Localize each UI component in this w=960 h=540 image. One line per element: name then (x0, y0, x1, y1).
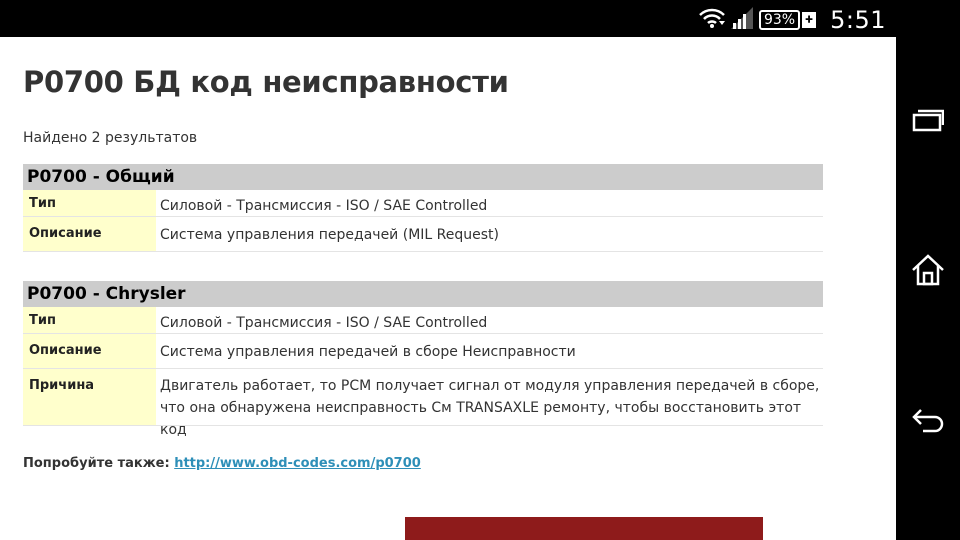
status-bar: 93% + 5:51 (0, 0, 896, 37)
code-table-general: P0700 - Общий Тип Силовой - Трансмиссия … (23, 164, 823, 252)
navigation-bar (896, 0, 960, 540)
signal-icon (730, 7, 753, 33)
table-row-type: Тип Силовой - Трансмиссия - ISO / SAE Co… (23, 307, 823, 334)
battery-percent: 93% (758, 10, 801, 30)
recent-apps-button[interactable] (908, 100, 948, 140)
row-value: Система управления передачей (MIL Reques… (160, 227, 499, 243)
ad-banner[interactable] (405, 517, 763, 540)
charging-icon: + (802, 12, 817, 28)
code-header: P0700 - Chrysler (23, 281, 823, 307)
back-button[interactable] (908, 400, 948, 440)
row-value: Двигатель работает, то PCM получает сигн… (160, 378, 820, 438)
row-value: Система управления передачей в сборе Неи… (160, 344, 576, 360)
row-label: Тип (23, 190, 156, 216)
row-value: Силовой - Трансмиссия - ISO / SAE Contro… (160, 315, 488, 331)
clock: 5:51 (830, 6, 886, 34)
code-header: P0700 - Общий (23, 164, 823, 190)
back-icon (912, 409, 944, 433)
see-also: Попробуйте также: http://www.obd-codes.c… (23, 456, 421, 471)
recent-apps-icon (912, 109, 944, 132)
battery-indicator: 93% + (758, 10, 817, 30)
table-row-cause: Причина Двигатель работает, то PCM получ… (23, 369, 823, 438)
web-page[interactable]: P0700 БД код неисправности Найдено 2 рез… (0, 37, 896, 540)
row-value: Силовой - Трансмиссия - ISO / SAE Contro… (160, 198, 488, 214)
page-title: P0700 БД код неисправности (23, 65, 509, 99)
row-label: Описание (23, 334, 156, 368)
row-label: Тип (23, 307, 156, 333)
status-icons: 93% + 5:51 (699, 6, 886, 34)
row-label: Причина (23, 369, 156, 425)
table-row-type: Тип Силовой - Трансмиссия - ISO / SAE Co… (23, 190, 823, 217)
results-count: Найдено 2 результатов (23, 130, 198, 146)
wifi-icon (699, 7, 725, 33)
row-label: Описание (23, 217, 156, 251)
home-button[interactable] (908, 250, 948, 290)
home-icon (912, 254, 944, 286)
see-also-link[interactable]: http://www.obd-codes.com/p0700 (174, 456, 421, 471)
table-row-description: Описание Система управления передачей в … (23, 334, 823, 369)
code-table-chrysler: P0700 - Chrysler Тип Силовой - Трансмисс… (23, 281, 823, 438)
see-also-label: Попробуйте также: (23, 456, 170, 471)
table-row-description: Описание Система управления передачей (M… (23, 217, 823, 252)
